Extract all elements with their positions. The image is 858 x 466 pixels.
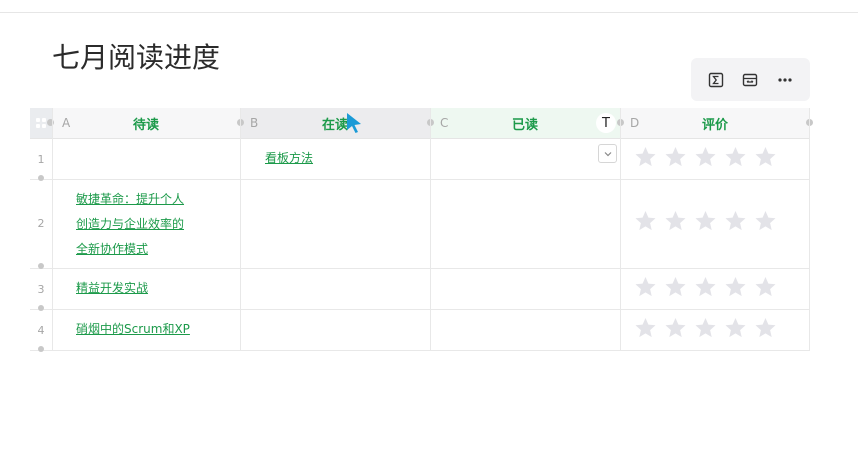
column-header-a[interactable]: A 待读 <box>52 108 240 138</box>
cell-c3[interactable] <box>430 269 620 309</box>
sum-icon[interactable] <box>703 67 729 93</box>
cell-a3[interactable]: 精益开发实战 <box>52 269 240 309</box>
star-icon[interactable] <box>663 275 688 299</box>
text-type-icon[interactable]: T <box>596 113 616 133</box>
star-icon[interactable] <box>723 275 748 299</box>
star-icon[interactable] <box>723 145 748 169</box>
star-icon[interactable] <box>723 316 748 340</box>
book-link[interactable]: 精益开发实战 <box>76 281 148 295</box>
column-header-b[interactable]: B 在读 <box>240 108 430 138</box>
grid-line <box>430 108 431 351</box>
column-letter: C <box>440 116 449 130</box>
row-number: 2 <box>37 217 45 230</box>
mouse-cursor-icon <box>345 112 363 138</box>
book-link[interactable]: 全新协作模式 <box>76 237 240 262</box>
table-row: 1 看板方法 <box>30 139 810 181</box>
cell-b4[interactable] <box>240 310 430 350</box>
cell-b2[interactable] <box>240 180 430 268</box>
star-rating[interactable] <box>633 275 778 299</box>
table-row: 3 精益开发实战 <box>30 269 810 311</box>
star-icon[interactable] <box>723 209 748 233</box>
column-letter: B <box>250 116 259 130</box>
star-icon[interactable] <box>753 316 778 340</box>
grid-line <box>52 108 53 351</box>
star-icon[interactable] <box>693 275 718 299</box>
cell-c2[interactable] <box>430 180 620 268</box>
star-rating[interactable] <box>633 316 778 340</box>
column-letter: A <box>62 116 71 130</box>
row-handle[interactable] <box>38 346 44 352</box>
star-icon[interactable] <box>753 209 778 233</box>
cell-b1[interactable]: 看板方法 <box>240 139 430 179</box>
cell-c4[interactable] <box>430 310 620 350</box>
star-icon[interactable] <box>753 275 778 299</box>
top-divider <box>0 12 858 13</box>
star-icon[interactable] <box>753 145 778 169</box>
table-row: 4 硝烟中的Scrum和XP <box>30 310 810 352</box>
cell-a1[interactable] <box>52 139 240 179</box>
column-title: 待读 <box>132 117 159 133</box>
reading-table: A 待读 B 在读 C 已读 T D 评价 1 看板方法 2 敏捷革命：提升个人… <box>30 108 813 352</box>
star-icon[interactable] <box>633 209 658 233</box>
star-icon[interactable] <box>633 316 658 340</box>
column-title: 已读 <box>511 117 538 133</box>
column-header-d[interactable]: D 评价 <box>620 108 810 138</box>
grid-line <box>620 108 621 351</box>
star-icon[interactable] <box>693 209 718 233</box>
star-icon[interactable] <box>663 209 688 233</box>
row-number: 3 <box>37 283 45 296</box>
more-icon[interactable] <box>772 67 798 93</box>
star-rating[interactable] <box>633 145 778 169</box>
page-title: 七月阅读进度 <box>52 41 221 74</box>
cell-a4[interactable]: 硝烟中的Scrum和XP <box>52 310 240 350</box>
chevron-down-icon[interactable] <box>598 144 617 163</box>
grid-line <box>809 108 810 351</box>
book-link[interactable]: 创造力与企业效率的 <box>76 212 240 237</box>
table-toolbar <box>691 58 810 101</box>
column-letter: D <box>630 116 640 130</box>
cell-a2[interactable]: 敏捷革命：提升个人 创造力与企业效率的 全新协作模式 <box>52 180 240 268</box>
book-link[interactable]: 硝烟中的Scrum和XP <box>76 322 190 336</box>
column-title: 评价 <box>701 117 728 133</box>
star-icon[interactable] <box>633 275 658 299</box>
row-number: 1 <box>37 153 45 166</box>
book-link[interactable]: 看板方法 <box>265 151 313 165</box>
star-icon[interactable] <box>693 145 718 169</box>
cell-c1[interactable] <box>430 139 620 179</box>
star-icon[interactable] <box>633 145 658 169</box>
grid-line <box>240 108 241 351</box>
star-icon[interactable] <box>663 316 688 340</box>
column-width-icon[interactable] <box>737 67 763 93</box>
row-number: 4 <box>37 324 45 337</box>
column-header-c[interactable]: C 已读 T <box>430 108 620 138</box>
star-rating[interactable] <box>633 209 778 233</box>
table-header: A 待读 B 在读 C 已读 T D 评价 <box>30 108 813 139</box>
cell-b3[interactable] <box>240 269 430 309</box>
star-icon[interactable] <box>693 316 718 340</box>
star-icon[interactable] <box>663 145 688 169</box>
book-link[interactable]: 敏捷革命：提升个人 <box>76 187 240 212</box>
table-row: 2 敏捷革命：提升个人 创造力与企业效率的 全新协作模式 <box>30 180 810 269</box>
